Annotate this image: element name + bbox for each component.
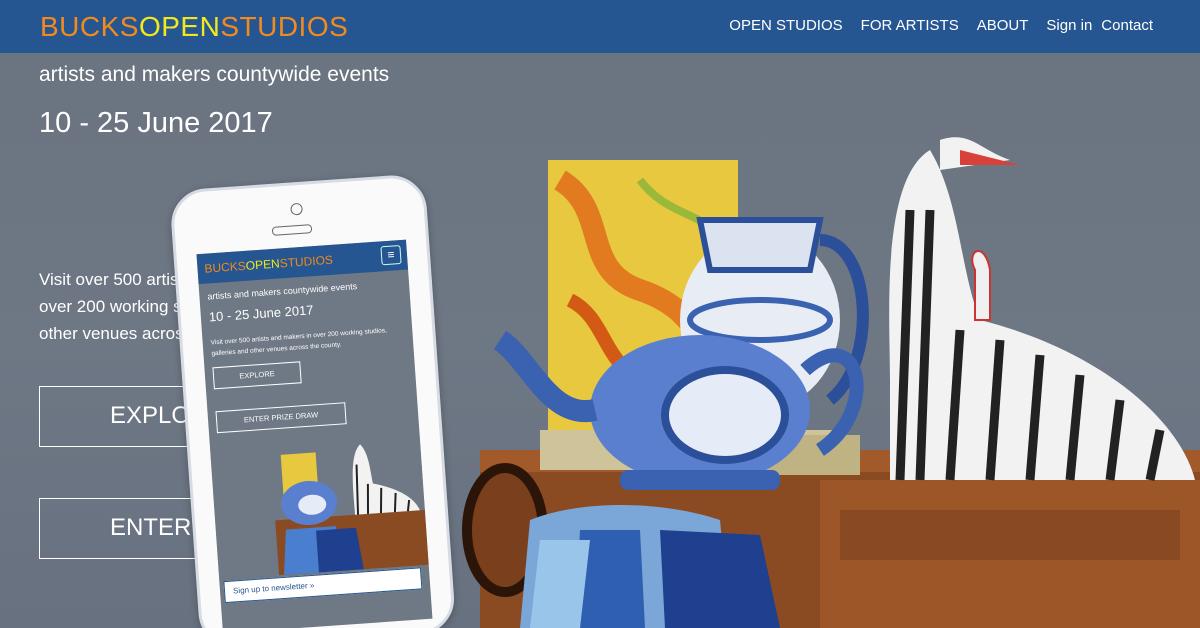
site-logo[interactable]: BUCKSOPENSTUDIOS	[40, 11, 348, 43]
nav-sign-in[interactable]: Sign in	[1046, 17, 1092, 34]
logo-bucks: BUCKS	[40, 11, 139, 42]
logo-studios: STUDIOS	[220, 11, 349, 42]
nav-links: OPEN STUDIOS FOR ARTISTS ABOUT Sign in C…	[729, 17, 1153, 34]
mobile-intro: Visit over 500 artists and makers in ove…	[210, 327, 388, 358]
hero-tagline: artists and makers countywide events	[39, 63, 390, 86]
mobile-navbar: BUCKSOPENSTUDIOS ≡	[196, 239, 409, 285]
logo-open: OPEN	[138, 11, 221, 42]
phone-speaker-icon	[271, 224, 313, 236]
nav-for-artists[interactable]: FOR ARTISTS	[861, 17, 959, 34]
mobile-logo-bucks: BUCKS	[204, 258, 247, 276]
phone-screen: BUCKSOPENSTUDIOS ≡ artists and makers co…	[196, 239, 433, 628]
mobile-logo-open: OPEN	[245, 256, 281, 273]
hamburger-menu-icon[interactable]: ≡	[380, 244, 402, 266]
hero-dates: 10 - 25 June 2017	[39, 107, 273, 139]
mobile-enter-prize-draw-button[interactable]: ENTER PRIZE DRAW	[215, 402, 347, 434]
phone-camera-icon	[290, 202, 303, 216]
mobile-tagline: artists and makers countywide events	[207, 281, 358, 302]
mobile-explore-button[interactable]: EXPLORE	[212, 361, 302, 390]
nav-contact[interactable]: Contact	[1101, 17, 1153, 34]
nav-about[interactable]: ABOUT	[977, 17, 1029, 34]
top-navbar: BUCKSOPENSTUDIOS OPEN STUDIOS FOR ARTIST…	[0, 0, 1200, 53]
mobile-logo-studios: STUDIOS	[279, 252, 334, 271]
mobile-artwork-image	[210, 435, 429, 580]
phone-mockup: BUCKSOPENSTUDIOS ≡ artists and makers co…	[169, 173, 457, 628]
mobile-dates: 10 - 25 June 2017	[208, 302, 314, 325]
hero-artwork-image	[462, 137, 1200, 628]
mobile-logo[interactable]: BUCKSOPENSTUDIOS	[204, 253, 333, 276]
nav-open-studios[interactable]: OPEN STUDIOS	[729, 17, 842, 34]
